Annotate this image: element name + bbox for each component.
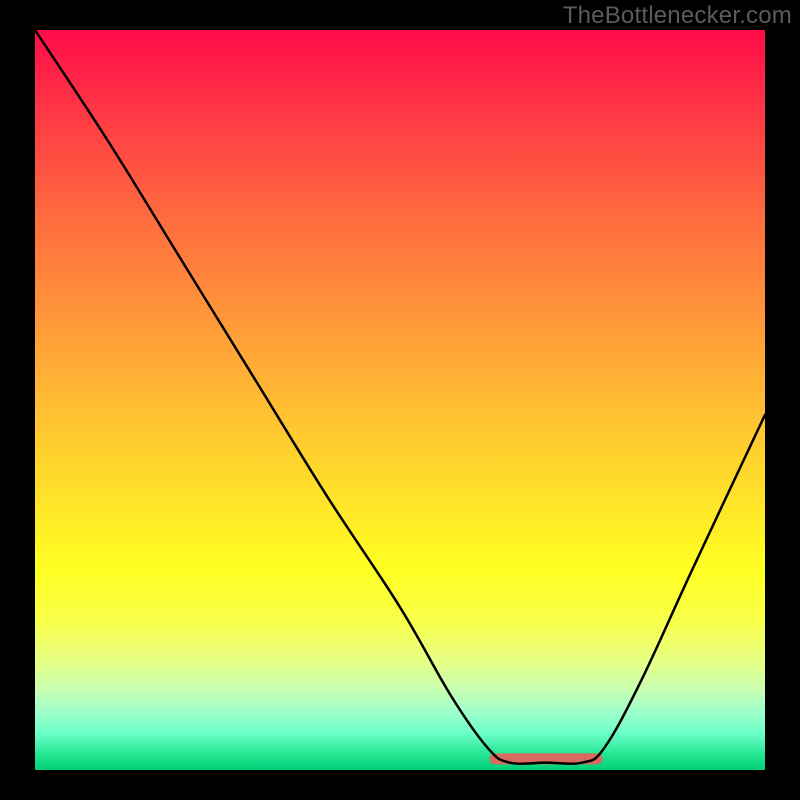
- plot-area: [35, 30, 765, 770]
- chart-frame: TheBottlenecker.com: [0, 0, 800, 800]
- chart-svg: [35, 30, 765, 770]
- watermark-text: TheBottlenecker.com: [563, 2, 792, 30]
- bottleneck-curve-line: [35, 30, 765, 764]
